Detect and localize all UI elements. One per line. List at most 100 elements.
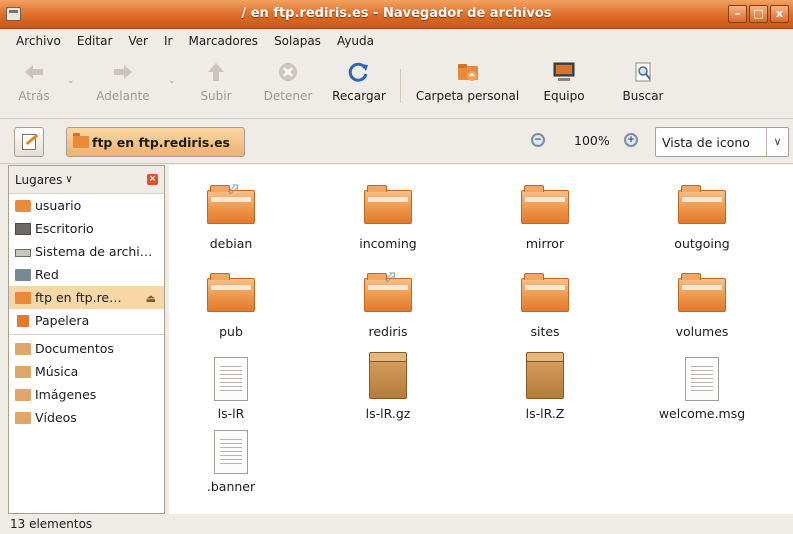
sidebar-item-imagenes[interactable]: Imágenes (9, 383, 164, 406)
menu-solapas[interactable]: Solapas (266, 34, 329, 48)
search-icon (635, 62, 651, 82)
folder-icon (15, 411, 31, 424)
path-label: ftp en ftp.rediris.es (92, 134, 230, 150)
up-button[interactable]: Subir (200, 61, 232, 103)
folder-icon: ⬀ (364, 267, 412, 312)
folder-icon (15, 388, 31, 401)
sidebar-item-label: usuario (35, 198, 82, 213)
file-item-rediris[interactable]: ⬀ rediris (333, 267, 443, 339)
path-button-ftp[interactable]: ftp en ftp.rediris.es (66, 127, 245, 157)
sidebar-separator (9, 334, 164, 335)
toggle-location-entry-button[interactable] (14, 127, 44, 157)
sidebar-item-filesystem[interactable]: Sistema de archi… (9, 240, 164, 263)
file-item-welcome-msg[interactable]: welcome.msg (647, 357, 757, 421)
toolbar-separator (400, 69, 401, 103)
file-item-debian[interactable]: ⬀ debian (176, 179, 286, 251)
maximize-button[interactable]: □ (749, 5, 768, 23)
forward-history-dropdown[interactable]: ⌄ (168, 76, 176, 86)
file-label: ls-lR.Z (525, 406, 565, 421)
sidebar-item-usuario[interactable]: usuario (9, 194, 164, 217)
file-label: rediris (368, 324, 408, 339)
sidebar-item-red[interactable]: Red (9, 263, 164, 286)
chevron-down-icon: ∨ (766, 128, 788, 156)
minimize-button[interactable]: – (728, 5, 747, 23)
sidebar-header[interactable]: Lugares ∨ × (9, 166, 164, 194)
file-item-ls-lr-z[interactable]: ls-lR.Z (490, 352, 600, 421)
up-arrow-icon (208, 63, 224, 81)
file-item-outgoing[interactable]: outgoing (647, 185, 757, 251)
menu-ayuda[interactable]: Ayuda (329, 34, 382, 48)
menu-marcadores[interactable]: Marcadores (180, 34, 266, 48)
zoom-level[interactable]: 100% (574, 133, 610, 148)
file-label: pub (219, 324, 243, 339)
toolbar: Atrás ⌄ Adelante ⌄ Subir Detener Recarga… (0, 53, 793, 119)
sidebar-item-ftp[interactable]: ftp en ftp.re… ⏏ (9, 286, 164, 309)
forward-button[interactable]: Adelante (92, 61, 154, 103)
ftp-folder-icon (73, 133, 89, 148)
back-history-dropdown[interactable]: ⌄ (67, 76, 75, 86)
sidebar-item-label: Red (35, 267, 59, 282)
symlink-arrow-icon: ⬀ (226, 179, 240, 198)
stop-button[interactable]: Detener (260, 61, 316, 103)
folder-icon (15, 365, 31, 378)
text-file-icon (214, 430, 248, 474)
sidebar-item-escritorio[interactable]: Escritorio (9, 217, 164, 240)
back-arrow-icon (25, 65, 43, 79)
symlink-arrow-icon: ⬀ (383, 267, 397, 286)
text-file-icon (214, 357, 248, 401)
file-item-incoming[interactable]: incoming (333, 185, 443, 251)
sidebar-item-label: Documentos (35, 341, 114, 356)
file-label: ls-lR.gz (365, 406, 411, 421)
zoom-out-icon[interactable]: − (531, 133, 545, 147)
view-mode-select[interactable]: Vista de icono ∨ (655, 127, 789, 157)
file-item-sites[interactable]: sites (490, 273, 600, 339)
file-label: sites (530, 324, 560, 339)
computer-button[interactable]: Equipo (539, 61, 589, 103)
menu-bar: Archivo Editar Ver Ir Marcadores Solapas… (0, 29, 793, 53)
file-item-banner[interactable]: .banner (176, 430, 286, 494)
status-bar: 13 elementos (10, 517, 93, 531)
file-item-ls-lr-gz[interactable]: ls-lR.gz (333, 352, 443, 421)
stop-icon (279, 63, 297, 81)
file-icon-view[interactable]: ⬀ debian incoming mirror outgoing pub ⬀ … (169, 165, 793, 514)
view-mode-label: Vista de icono (662, 134, 750, 150)
archive-file-icon (369, 352, 407, 399)
file-item-pub[interactable]: pub (176, 273, 286, 339)
archive-file-icon (526, 352, 564, 399)
close-button[interactable]: x (770, 5, 789, 23)
eject-icon[interactable]: ⏏ (146, 292, 156, 305)
file-label: debian (209, 236, 253, 251)
menu-editar[interactable]: Editar (69, 34, 121, 48)
sidebar-item-papelera[interactable]: Papelera (9, 309, 164, 332)
sidebar-item-videos[interactable]: Vídeos (9, 406, 164, 429)
file-item-ls-lr[interactable]: ls-lR (176, 357, 286, 421)
file-label: volumes (675, 324, 729, 339)
folder-icon (521, 185, 569, 224)
close-sidebar-icon[interactable]: × (147, 174, 158, 185)
file-label: welcome.msg (658, 406, 746, 421)
menu-archivo[interactable]: Archivo (8, 34, 69, 48)
sidebar-item-label: Imágenes (35, 387, 97, 402)
sidebar-item-documentos[interactable]: Documentos (9, 337, 164, 360)
reload-button[interactable]: Recargar (329, 61, 389, 103)
sidebar-item-label: ftp en ftp.re… (35, 290, 122, 305)
search-button[interactable]: Buscar (616, 61, 670, 103)
home-folder-icon (457, 64, 478, 81)
home-folder-button[interactable]: Carpeta personal (410, 61, 525, 103)
file-item-volumes[interactable]: volumes (647, 273, 757, 339)
sidebar: Lugares ∨ × usuario Escritorio Sistema d… (8, 165, 165, 514)
menu-ir[interactable]: Ir (156, 34, 180, 48)
edit-location-icon (22, 134, 36, 150)
file-item-mirror[interactable]: mirror (490, 185, 600, 251)
sidebar-item-musica[interactable]: Música (9, 360, 164, 383)
chevron-down-icon: ∨ (65, 174, 73, 185)
trash-icon (17, 314, 29, 327)
folder-icon (207, 273, 255, 312)
home-icon (15, 199, 31, 212)
location-bar: ftp en ftp.rediris.es − 100% + Vista de … (0, 120, 793, 164)
sidebar-item-label: Escritorio (35, 221, 94, 236)
back-button[interactable]: Atrás (14, 61, 54, 103)
menu-ver[interactable]: Ver (120, 34, 156, 48)
zoom-in-icon[interactable]: + (624, 133, 638, 147)
forward-arrow-icon (114, 65, 132, 79)
